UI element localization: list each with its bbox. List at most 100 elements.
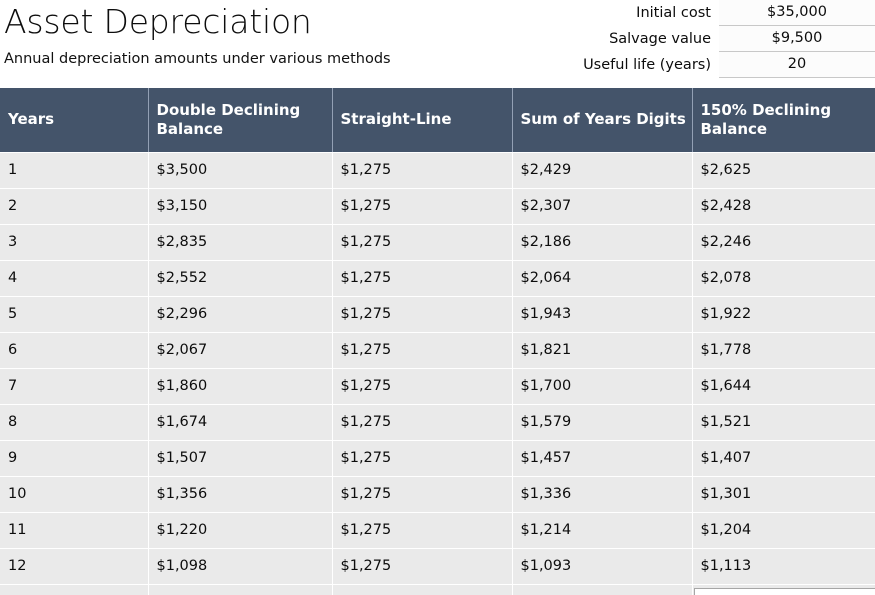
table-row: 3 $2,835 $1,275 $2,186 $2,246 [0,224,875,261]
cell-double-declining-balance[interactable]: $1,220 [148,512,333,549]
page-subtitle: Annual depreciation amounts under variou… [4,51,391,67]
table-row: 11 $1,220 $1,275 $1,214 $1,204 [0,512,875,549]
cell-150-declining-balance[interactable]: $1,407 [692,440,875,477]
table-row: 10 $1,356 $1,275 $1,336 $1,301 [0,476,875,513]
depreciation-table: Years Double Declining Balance Straight-… [0,88,875,595]
cell-straight-line[interactable]: $1,275 [332,332,513,369]
cell-year[interactable]: 6 [0,332,149,369]
salvage-value-label: Salvage value [609,31,711,47]
cell-sum-of-years-digits[interactable]: $1,336 [512,476,693,513]
table-row: 12 $1,098 $1,275 $1,093 $1,113 [0,548,875,585]
cell-straight-line[interactable]: $1,275 [332,476,513,513]
input-row-salvage-value: Salvage value $9,500 [535,26,875,52]
table-row: 7 $1,860 $1,275 $1,700 $1,644 [0,368,875,405]
column-header-double-declining-balance[interactable]: Double Declining Balance [148,88,333,153]
cell-double-declining-balance[interactable]: $1,356 [148,476,333,513]
table-row: 9 $1,507 $1,275 $1,457 $1,407 [0,440,875,477]
cell-year[interactable]: 13 [0,584,149,595]
cell-150-declining-balance[interactable]: $1,644 [692,368,875,405]
cell-straight-line[interactable]: $1,275 [332,296,513,333]
table-header: Years Double Declining Balance Straight-… [0,88,875,153]
input-row-initial-cost: Initial cost $35,000 [535,0,875,26]
cell-sum-of-years-digits[interactable]: $2,186 [512,224,693,261]
cell-straight-line[interactable]: $1,275 [332,584,513,595]
cell-sum-of-years-digits[interactable]: $2,429 [512,152,693,189]
cell-year[interactable]: 11 [0,512,149,549]
cell-double-declining-balance[interactable]: $3,500 [148,152,333,189]
table-row: 1 $3,500 $1,275 $2,429 $2,625 [0,152,875,189]
cell-150-declining-balance[interactable]: $2,428 [692,188,875,225]
cell-150-declining-balance[interactable]: $1,204 [692,512,875,549]
initial-cost-label: Initial cost [636,5,711,21]
cell-year[interactable]: 9 [0,440,149,477]
cell-straight-line[interactable]: $1,275 [332,224,513,261]
cell-straight-line[interactable]: $1,275 [332,368,513,405]
cell-sum-of-years-digits[interactable]: $2,064 [512,260,693,297]
table-row: 2 $3,150 $1,275 $2,307 $2,428 [0,188,875,225]
cell-double-declining-balance[interactable]: $1,860 [148,368,333,405]
cell-150-declining-balance[interactable]: $2,078 [692,260,875,297]
cell-sum-of-years-digits[interactable]: $1,821 [512,332,693,369]
cell-sum-of-years-digits[interactable]: $1,579 [512,404,693,441]
cell-sum-of-years-digits[interactable]: $971 [512,584,693,595]
bottom-right-corner-artifact [694,588,875,595]
cell-straight-line[interactable]: $1,275 [332,548,513,585]
cell-year[interactable]: 12 [0,548,149,585]
cell-150-declining-balance[interactable]: $2,625 [692,152,875,189]
cell-straight-line[interactable]: $1,275 [332,440,513,477]
table-body: 1 $3,500 $1,275 $2,429 $2,625 2 $3,150 $1,275 $2… [0,152,875,595]
cell-double-declining-balance[interactable]: $2,552 [148,260,333,297]
depreciation-table-container: Years Double Declining Balance Straight-… [0,88,875,595]
cell-year[interactable]: 4 [0,260,149,297]
cell-double-declining-balance[interactable]: $2,067 [148,332,333,369]
cell-150-declining-balance[interactable]: $2,246 [692,224,875,261]
cell-150-declining-balance[interactable]: $1,301 [692,476,875,513]
table-row: 4 $2,552 $1,275 $2,064 $2,078 [0,260,875,297]
cell-straight-line[interactable]: $1,275 [332,512,513,549]
cell-sum-of-years-digits[interactable]: $2,307 [512,188,693,225]
cell-straight-line[interactable]: $1,275 [332,404,513,441]
useful-life-field[interactable]: 20 [719,52,875,78]
cell-year[interactable]: 3 [0,224,149,261]
initial-cost-field[interactable]: $35,000 [719,0,875,26]
table-row: 6 $2,067 $1,275 $1,821 $1,778 [0,332,875,369]
useful-life-label: Useful life (years) [583,57,711,73]
cell-year[interactable]: 10 [0,476,149,513]
cell-year[interactable]: 7 [0,368,149,405]
cell-year[interactable]: 8 [0,404,149,441]
table-row: 5 $2,296 $1,275 $1,943 $1,922 [0,296,875,333]
inputs-panel: Initial cost $35,000 Salvage value $9,50… [535,0,875,78]
table-row: 8 $1,674 $1,275 $1,579 $1,521 [0,404,875,441]
cell-150-declining-balance[interactable]: $1,521 [692,404,875,441]
cell-150-declining-balance[interactable]: $1,778 [692,332,875,369]
table-header-row: Years Double Declining Balance Straight-… [0,88,875,153]
cell-year[interactable]: 1 [0,152,149,189]
header-band: Asset Depreciation Annual depreciation a… [0,0,875,88]
cell-double-declining-balance[interactable]: $1,098 [148,548,333,585]
cell-year[interactable]: 5 [0,296,149,333]
column-header-150-declining-balance[interactable]: 150% Declining Balance [692,88,875,153]
cell-150-declining-balance[interactable]: $1,113 [692,548,875,585]
input-row-useful-life: Useful life (years) 20 [535,52,875,78]
cell-sum-of-years-digits[interactable]: $1,943 [512,296,693,333]
cell-double-declining-balance[interactable]: $1,674 [148,404,333,441]
cell-double-declining-balance[interactable]: $1,507 [148,440,333,477]
cell-double-declining-balance[interactable]: $2,835 [148,224,333,261]
cell-double-declining-balance[interactable]: $2,296 [148,296,333,333]
column-header-years[interactable]: Years [0,88,149,153]
spreadsheet-canvas: Asset Depreciation Annual depreciation a… [0,0,875,595]
cell-sum-of-years-digits[interactable]: $1,700 [512,368,693,405]
cell-straight-line[interactable]: $1,275 [332,188,513,225]
cell-straight-line[interactable]: $1,275 [332,260,513,297]
cell-double-declining-balance[interactable]: $385 [148,584,333,595]
cell-sum-of-years-digits[interactable]: $1,093 [512,548,693,585]
cell-year[interactable]: 2 [0,188,149,225]
column-header-sum-of-years-digits[interactable]: Sum of Years Digits [512,88,693,153]
cell-sum-of-years-digits[interactable]: $1,457 [512,440,693,477]
salvage-value-field[interactable]: $9,500 [719,26,875,52]
cell-straight-line[interactable]: $1,275 [332,152,513,189]
column-header-straight-line[interactable]: Straight-Line [332,88,513,153]
cell-sum-of-years-digits[interactable]: $1,214 [512,512,693,549]
cell-double-declining-balance[interactable]: $3,150 [148,188,333,225]
cell-150-declining-balance[interactable]: $1,922 [692,296,875,333]
